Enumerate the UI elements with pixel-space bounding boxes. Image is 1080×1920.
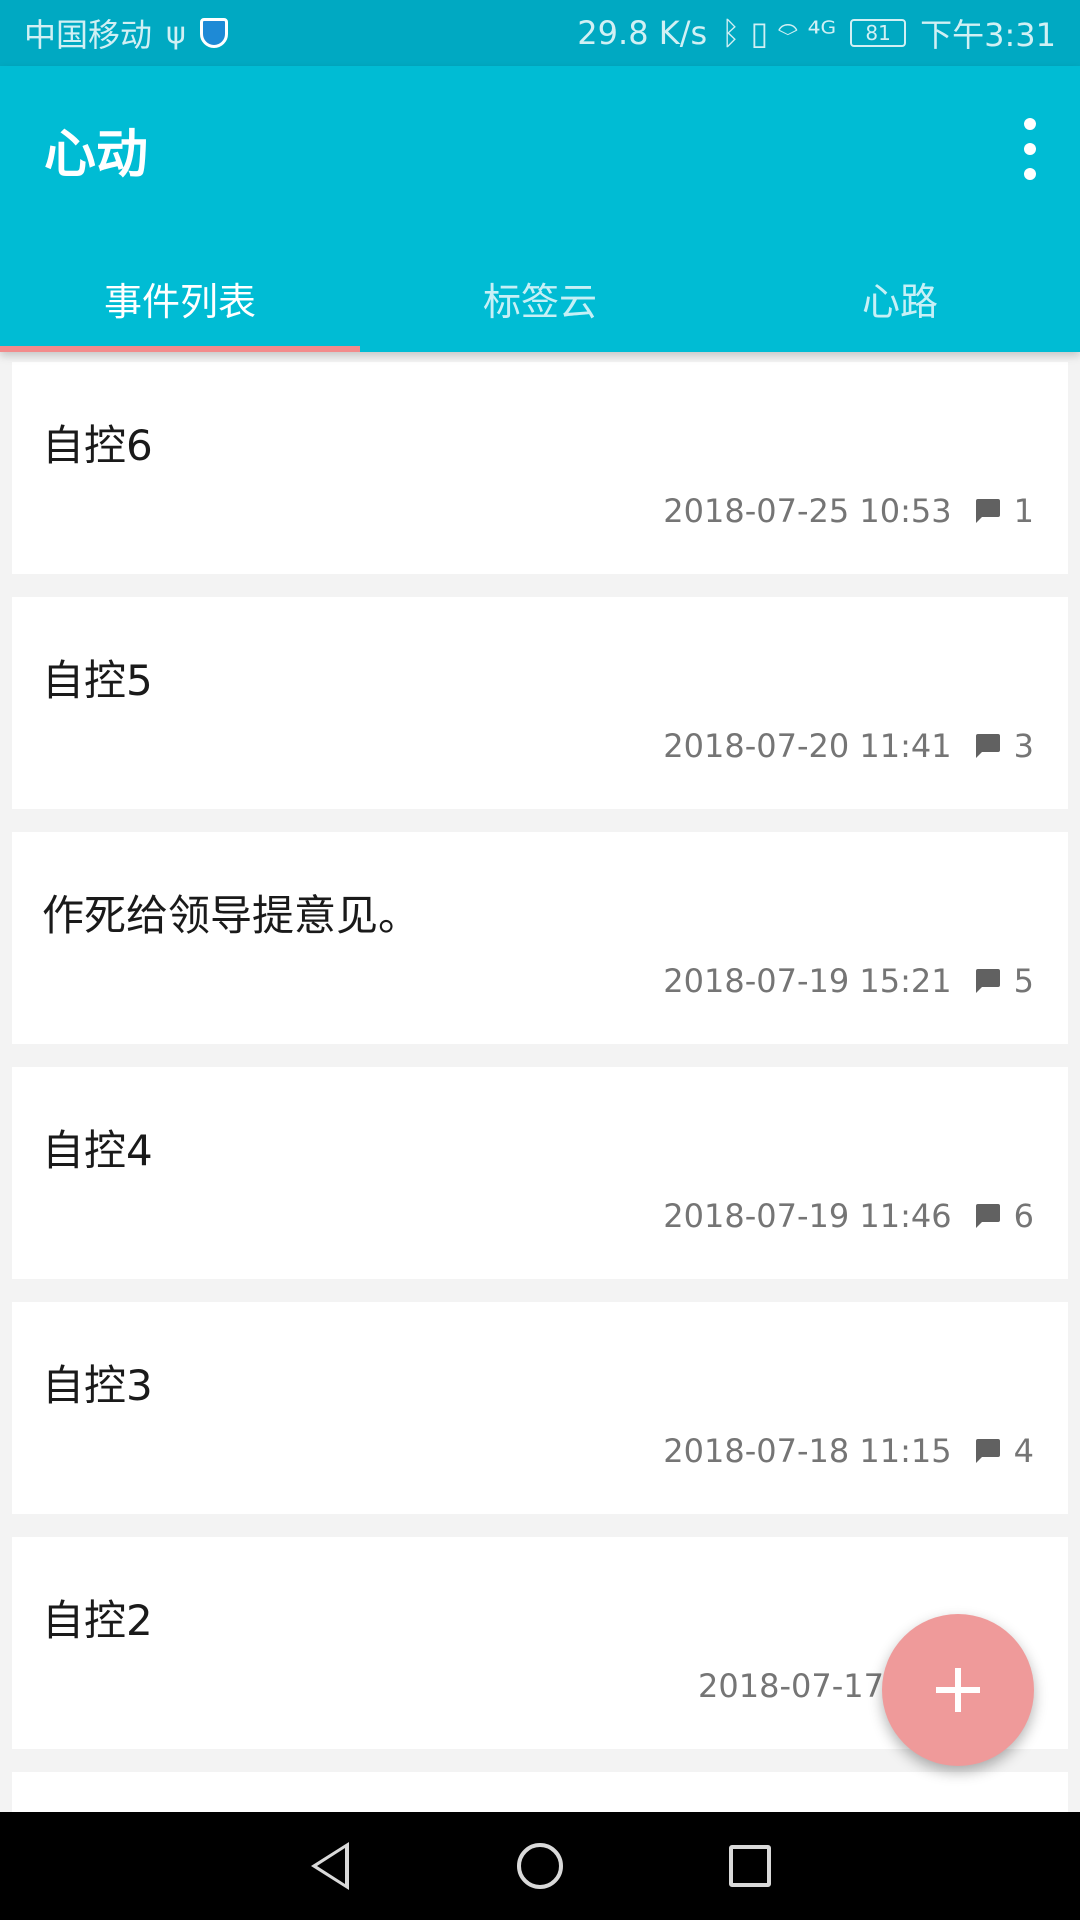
app-title: 心动 <box>44 125 149 185</box>
event-title: 自控4 <box>42 1126 153 1175</box>
status-bar: 中国移动 ψ 29.8 K/s ᛒ ▯ ⌔ ⁴ᴳ 81 下午3:31 <box>0 0 1080 66</box>
app-bar: 心动 事件列表 标签云 心路 <box>0 66 1080 352</box>
event-meta: 2018-07-19 11:46 6 <box>663 1197 1034 1235</box>
comment-icon <box>975 1439 1000 1463</box>
signal-icons: ᛒ ▯ ⌔ ⁴ᴳ <box>721 14 837 52</box>
event-card-partial[interactable] <box>12 1772 1068 1812</box>
event-meta: 2018-07-18 11:15 4 <box>663 1432 1034 1470</box>
event-datetime: 2018-07-20 11:41 <box>663 727 952 765</box>
system-nav-bar <box>0 1812 1080 1920</box>
event-datetime: 2018-07-25 10:53 <box>663 492 952 530</box>
recents-icon <box>729 1845 771 1887</box>
comment-icon <box>975 499 1000 523</box>
event-card[interactable]: 自控4 2018-07-19 11:46 6 <box>12 1067 1068 1279</box>
comment-icon <box>975 734 1000 758</box>
comment-count: 3 <box>1013 727 1034 765</box>
event-card[interactable]: 自控3 2018-07-18 11:15 4 <box>12 1302 1068 1514</box>
nav-home-button[interactable] <box>510 1836 570 1896</box>
event-datetime: 2018-07-18 11:15 <box>663 1432 952 1470</box>
event-list: 自控6 2018-07-25 10:53 1 自控5 2018-07-20 11… <box>12 362 1068 1772</box>
status-right: 29.8 K/s ᛒ ▯ ⌔ ⁴ᴳ 81 下午3:31 <box>577 10 1056 56</box>
back-icon <box>311 1842 349 1890</box>
event-card[interactable]: 自控5 2018-07-20 11:41 3 <box>12 597 1068 809</box>
nav-back-button[interactable] <box>300 1836 360 1896</box>
comment-count: 6 <box>1013 1197 1034 1235</box>
network-speed: 29.8 K/s <box>577 14 708 52</box>
tab-heart-path[interactable]: 心路 <box>720 244 1080 352</box>
comment-icon <box>975 1204 1000 1228</box>
event-card[interactable]: 作死给领导提意见。 2018-07-19 15:21 5 <box>12 832 1068 1044</box>
nav-recents-button[interactable] <box>720 1836 780 1896</box>
comment-count: 1 <box>1013 492 1034 530</box>
event-datetime: 2018-07-19 11:46 <box>663 1197 952 1235</box>
tab-indicator <box>0 346 360 352</box>
event-datetime: 2018-07-19 15:21 <box>663 962 952 1000</box>
event-meta: 2018-07-25 10:53 1 <box>663 492 1034 530</box>
add-event-button[interactable] <box>882 1614 1034 1766</box>
tab-event-list[interactable]: 事件列表 <box>0 244 360 352</box>
event-title: 自控5 <box>42 656 153 705</box>
status-time: 下午3:31 <box>920 16 1056 54</box>
event-meta: 2018-07-19 15:21 5 <box>663 962 1034 1000</box>
shield-icon <box>199 18 228 48</box>
home-icon <box>517 1843 563 1889</box>
usb-icon: ψ <box>166 15 186 51</box>
event-meta: 2018-07-20 11:41 3 <box>663 727 1034 765</box>
plus-icon <box>936 1668 980 1712</box>
tab-bar: 事件列表 标签云 心路 <box>0 244 1080 352</box>
comment-count: 5 <box>1013 962 1034 1000</box>
event-card[interactable]: 自控6 2018-07-25 10:53 1 <box>12 362 1068 574</box>
battery-icon: 81 <box>850 19 907 47</box>
carrier-label: 中国移动 <box>24 16 153 54</box>
event-title: 自控6 <box>42 421 153 470</box>
event-title: 自控3 <box>42 1361 153 1410</box>
screen: 中国移动 ψ 29.8 K/s ᛒ ▯ ⌔ ⁴ᴳ 81 下午3:31 心动 事件… <box>0 0 1080 1920</box>
event-title: 自控2 <box>42 1596 153 1645</box>
comment-count: 4 <box>1013 1432 1034 1470</box>
comment-icon <box>975 969 1000 993</box>
more-options-icon[interactable] <box>1010 114 1050 184</box>
status-left: 中国移动 ψ <box>24 10 228 56</box>
tab-tag-cloud[interactable]: 标签云 <box>360 244 720 352</box>
event-title: 作死给领导提意见。 <box>42 891 421 940</box>
